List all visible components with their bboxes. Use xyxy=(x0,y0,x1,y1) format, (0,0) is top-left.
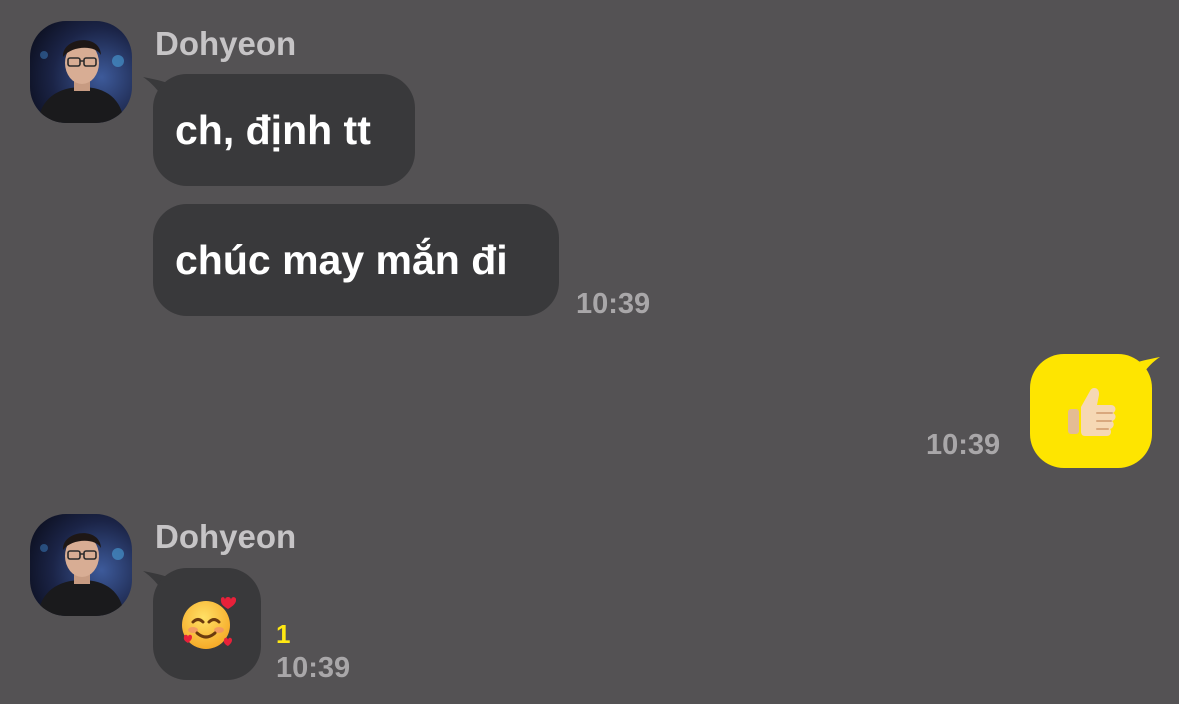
sender-name[interactable]: Dohyeon xyxy=(155,520,296,553)
message-timestamp: 10:39 xyxy=(276,652,351,684)
smiling-face-with-hearts-emoji-icon xyxy=(182,597,236,649)
sender-avatar[interactable] xyxy=(30,514,132,616)
sender-avatar[interactable] xyxy=(30,21,132,123)
message-bubble[interactable]: chúc may mắn đi xyxy=(153,204,559,316)
unread-count: 1 xyxy=(276,619,291,649)
thumbs-up-emoji-icon xyxy=(1068,387,1116,436)
message-text: chúc may mắn đi xyxy=(175,236,508,283)
message-text: ch, định tt xyxy=(175,106,371,153)
outgoing-message-bubble[interactable] xyxy=(1030,354,1152,468)
message-bubble[interactable]: ch, định tt xyxy=(153,74,415,186)
sender-name[interactable]: Dohyeon xyxy=(155,27,296,60)
message-timestamp: 10:39 xyxy=(926,429,1001,461)
message-timestamp: 10:39 xyxy=(576,288,651,320)
message-bubble[interactable] xyxy=(153,568,261,680)
